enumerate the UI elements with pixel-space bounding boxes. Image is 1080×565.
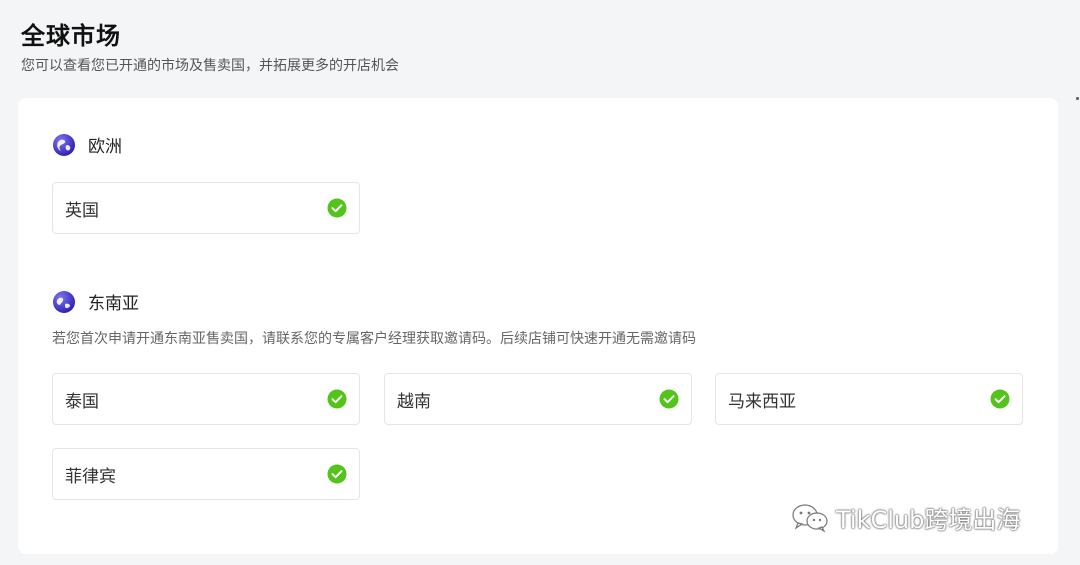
country-label: 菲律宾: [65, 466, 116, 487]
region-name-europe: 欧洲: [88, 137, 122, 157]
country-label: 越南: [397, 391, 431, 412]
invitation-note: 若您首次申请开通东南亚售卖国，请联系您的专属客户经理获取邀请码。后续店铺可快速开…: [52, 331, 696, 347]
watermark: TikClub跨境出海: [790, 500, 1020, 535]
country-card-thailand[interactable]: 泰国: [52, 373, 360, 425]
globe-icon: [53, 290, 75, 313]
scroll-indicator: [1076, 97, 1079, 100]
country-card-vietnam[interactable]: 越南: [384, 373, 692, 425]
country-card-malaysia[interactable]: 马来西亚: [715, 373, 1023, 425]
page-title: 全球市场: [21, 22, 121, 50]
check-circle-icon: [990, 389, 1010, 409]
country-label: 马来西亚: [728, 391, 796, 412]
country-label: 泰国: [65, 391, 99, 412]
check-circle-icon: [327, 464, 347, 484]
check-circle-icon: [327, 198, 347, 218]
country-card-philippines[interactable]: 菲律宾: [52, 448, 360, 500]
watermark-text: TikClub跨境出海: [836, 506, 1021, 534]
country-card-uk[interactable]: 英国: [52, 182, 360, 234]
region-header-southeast-asia: 东南亚: [52, 289, 139, 314]
market-card: 欧洲 英国 东南亚 若您首次申请开通东南亚售卖国，请联系您的专属客户经理获取邀请…: [18, 98, 1058, 554]
page-subtitle: 您可以查看您已开通的市场及售卖国，并拓展更多的开店机会: [21, 58, 399, 74]
country-label: 英国: [65, 200, 99, 221]
check-circle-icon: [659, 389, 679, 409]
check-circle-icon: [327, 389, 347, 409]
region-name-southeast-asia: 东南亚: [88, 294, 139, 314]
region-header-europe: 欧洲: [52, 132, 122, 157]
globe-icon: [53, 133, 75, 156]
wechat-icon: [792, 503, 828, 533]
